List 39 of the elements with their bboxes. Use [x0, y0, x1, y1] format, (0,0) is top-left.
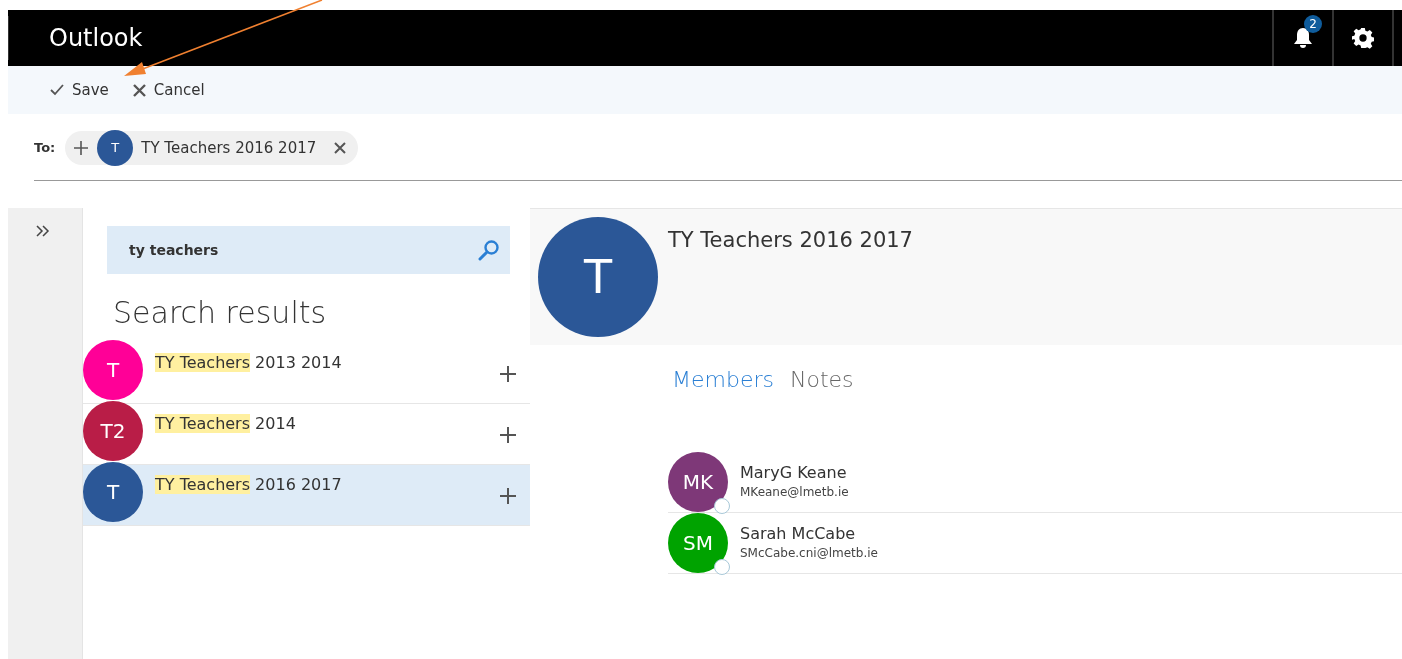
bell-icon: [1293, 27, 1313, 49]
search-result[interactable]: T2 TY Teachers 2014: [83, 404, 530, 465]
cancel-button[interactable]: Cancel: [126, 74, 211, 106]
avatar-initials: SM: [683, 530, 713, 557]
member-name: Sarah McCabe: [740, 524, 857, 544]
result-name: TY Teachers 2016 2017: [155, 474, 343, 496]
avatar: T: [83, 462, 143, 522]
member-email: MKeane@lmetb.ie: [740, 483, 849, 501]
tab[interactable]: Notes: [789, 363, 854, 396]
result-name: TY Teachers 2014: [155, 413, 297, 435]
group-name: TY Teachers 2016 2017: [668, 227, 913, 254]
search-result[interactable]: T TY Teachers 2016 2017: [83, 465, 530, 526]
presence-icon: [714, 498, 730, 514]
save-button[interactable]: Save: [44, 74, 115, 106]
checkmark-icon: [50, 84, 64, 96]
avatar-initials: MK: [682, 469, 714, 496]
group-avatar: T: [538, 217, 658, 337]
avatar: T: [97, 130, 134, 166]
section-heading: Search results: [113, 294, 328, 332]
settings-icon: [1352, 27, 1374, 49]
plus-icon: [73, 140, 90, 156]
member-name: MaryG Keane: [740, 463, 848, 483]
search-field[interactable]: ty teachers: [107, 226, 510, 274]
recipient-name: TY Teachers 2016 2017: [141, 137, 317, 159]
to-label: To:: [34, 139, 56, 158]
avatar: T: [83, 340, 143, 400]
remove-icon[interactable]: [334, 142, 347, 154]
search-result[interactable]: T TY Teachers 2013 2014: [83, 343, 530, 404]
notification-count: 2: [1304, 15, 1322, 33]
result-name: TY Teachers 2013 2014: [155, 352, 343, 374]
member-email: SMcCabe.cni@lmetb.ie: [740, 544, 878, 562]
expand-icon[interactable]: [36, 224, 50, 237]
app-title: Outlook: [48, 23, 143, 54]
tab[interactable]: Members: [672, 363, 774, 396]
recipient-chip[interactable]: T TY Teachers 2016 2017: [65, 131, 359, 165]
close-icon: [132, 83, 146, 97]
search-icon[interactable]: [478, 239, 500, 261]
presence-icon: [714, 559, 730, 575]
avatar: T2: [83, 401, 143, 461]
